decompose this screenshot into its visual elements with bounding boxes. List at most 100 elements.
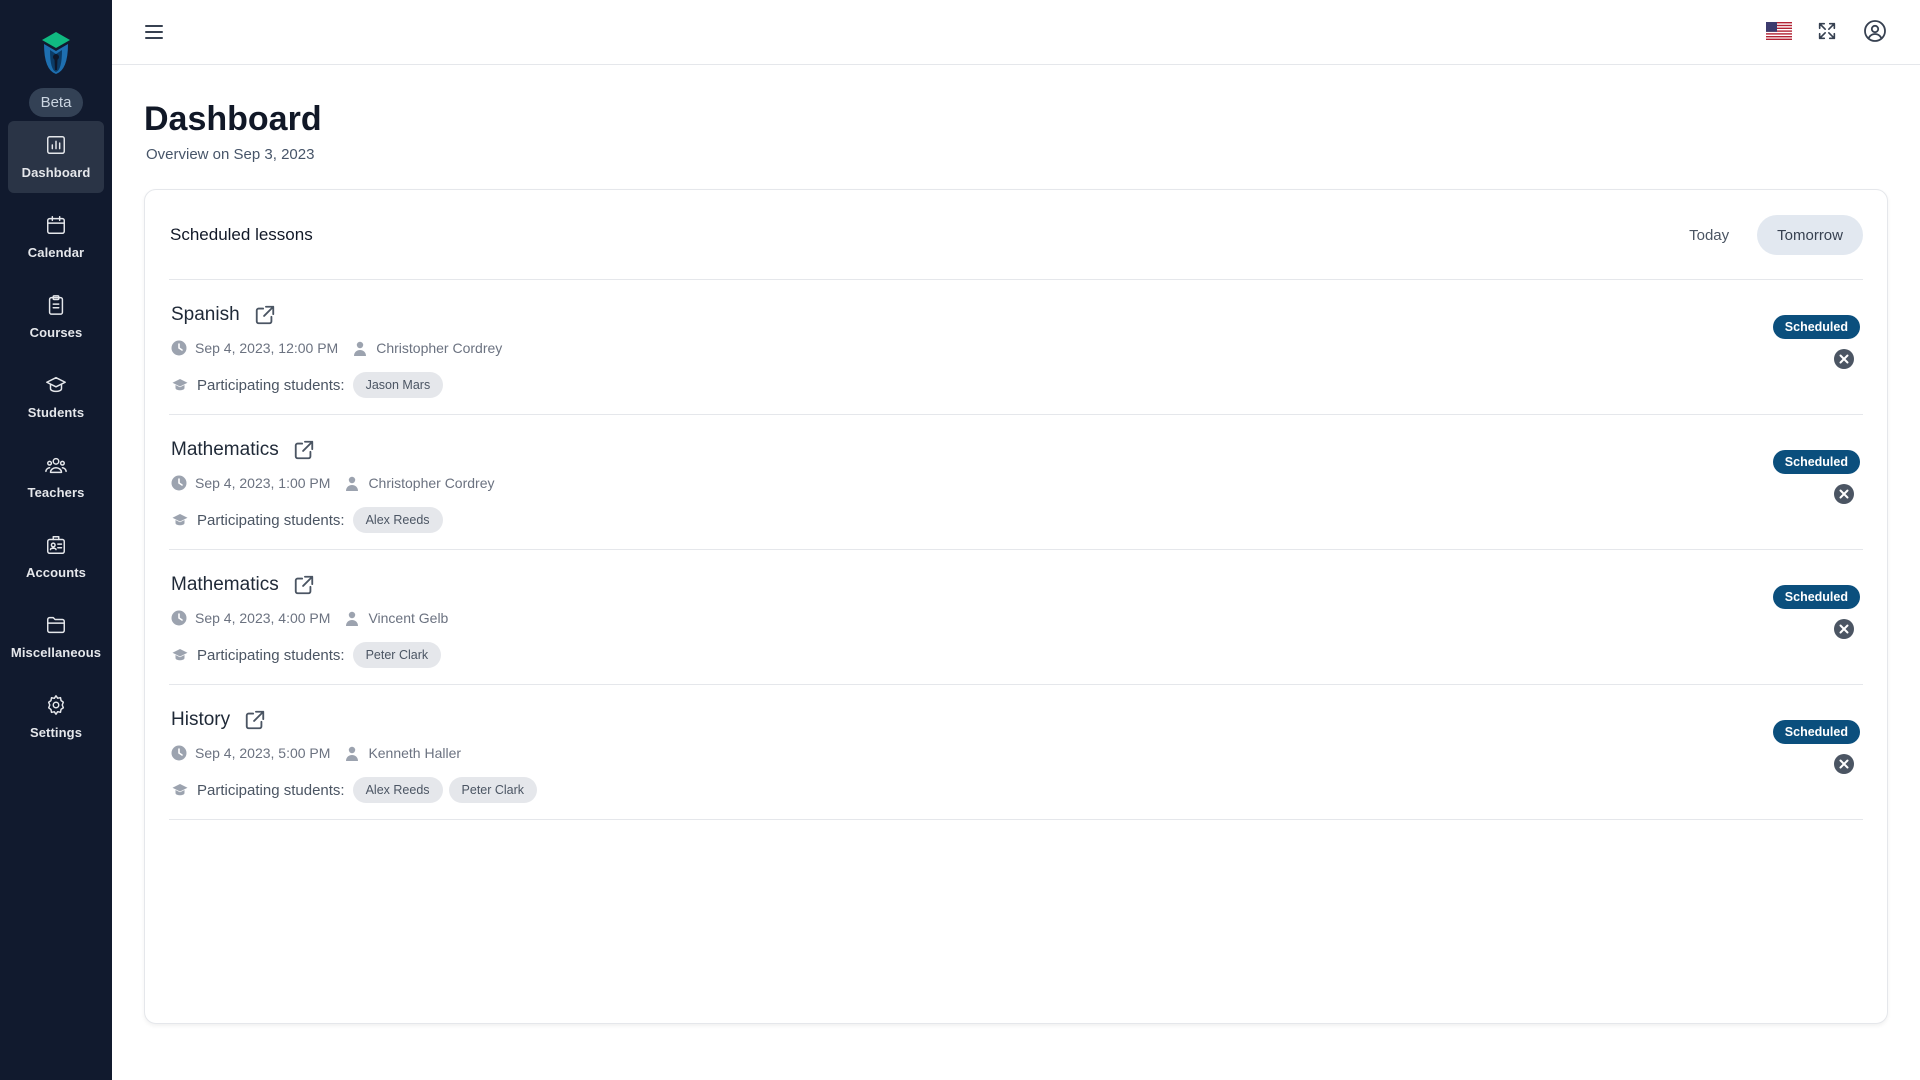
external-link-icon xyxy=(294,440,313,460)
status-badge: Scheduled xyxy=(1772,585,1860,609)
page-subtitle: Overview on Sep 3, 2023 xyxy=(146,146,315,163)
status-badge: Scheduled xyxy=(1772,315,1860,339)
gear-icon xyxy=(47,695,65,715)
bar-chart-icon xyxy=(47,136,65,154)
cancel-lesson-button[interactable] xyxy=(1833,348,1855,370)
cancel-lesson-button[interactable] xyxy=(1833,618,1855,640)
sidebar-item-accounts[interactable]: Accounts xyxy=(8,521,104,593)
person-icon xyxy=(346,611,359,626)
lesson-teacher: Christopher Cordrey xyxy=(376,340,503,356)
participating-students: Participating students: Alex Reeds xyxy=(171,507,449,533)
sidebar-item-teachers[interactable]: Teachers xyxy=(8,441,104,513)
participants-label: Participating students: xyxy=(197,376,345,394)
sidebar-item-calendar[interactable]: Calendar xyxy=(8,201,104,273)
external-link-icon xyxy=(245,710,265,730)
menu-icon xyxy=(145,25,163,39)
sidebar-item-courses[interactable]: Courses xyxy=(8,281,104,353)
beta-badge: Beta xyxy=(29,88,83,117)
lesson-teacher: Vincent Gelb xyxy=(368,610,449,626)
external-link-icon xyxy=(294,575,313,595)
clipboard-icon xyxy=(48,295,64,315)
tab-today[interactable]: Today xyxy=(1669,215,1749,255)
close-circle-icon xyxy=(1834,754,1854,774)
lesson-datetime: Sep 4, 2023, 4:00 PM xyxy=(195,610,331,626)
lesson-datetime: Sep 4, 2023, 12:00 PM xyxy=(195,340,339,356)
fullscreen-icon xyxy=(1818,22,1836,40)
cancel-lesson-button[interactable] xyxy=(1833,753,1855,775)
graduation-cap-icon xyxy=(172,514,188,526)
app-logo[interactable] xyxy=(36,30,76,76)
user-circle-icon xyxy=(1864,20,1886,42)
sidebar-item-label: Accounts xyxy=(25,565,87,580)
graduation-cap-icon xyxy=(172,379,188,391)
lesson-datetime: Sep 4, 2023, 5:00 PM xyxy=(195,745,331,761)
scheduled-lessons-card: Scheduled lessons Today Tomorrow Spanish… xyxy=(144,189,1888,1024)
lesson-teacher: Christopher Cordrey xyxy=(368,475,495,491)
sidebar: Beta Dashboard Calendar Courses Students… xyxy=(0,0,112,1080)
sidebar-nav: Dashboard Calendar Courses Students Teac… xyxy=(0,121,112,761)
sidebar-item-dashboard[interactable]: Dashboard xyxy=(8,121,104,193)
close-circle-icon xyxy=(1834,619,1854,639)
sidebar-item-label: Miscellaneous xyxy=(10,645,102,660)
status-badge: Scheduled xyxy=(1772,450,1860,474)
graduation-cap-icon xyxy=(172,649,188,661)
lesson-title: Mathematics xyxy=(171,439,315,461)
lesson-subject: History xyxy=(171,709,231,730)
lesson-title: Mathematics xyxy=(171,574,315,596)
person-icon xyxy=(346,476,359,491)
person-icon xyxy=(346,746,359,761)
lesson-teacher: Kenneth Haller xyxy=(368,745,462,761)
user-menu-button[interactable] xyxy=(1862,18,1888,44)
lesson-title: History xyxy=(171,709,266,731)
lesson-subject: Spanish xyxy=(171,304,240,325)
sidebar-item-settings[interactable]: Settings xyxy=(8,681,104,753)
fullscreen-button[interactable] xyxy=(1814,18,1840,44)
lesson-meta: Sep 4, 2023, 12:00 PM Christopher Cordre… xyxy=(171,340,502,356)
clock-icon xyxy=(171,745,187,761)
graduation-cap-icon xyxy=(46,376,66,393)
topbar-actions xyxy=(1766,18,1888,44)
menu-button[interactable] xyxy=(144,22,164,42)
language-button[interactable] xyxy=(1766,18,1792,44)
graduation-cap-icon xyxy=(172,784,188,796)
clock-icon xyxy=(171,475,187,491)
lesson-title: Spanish xyxy=(171,304,276,326)
participants-label: Participating students: xyxy=(197,781,345,799)
close-circle-icon xyxy=(1834,349,1854,369)
us-flag-icon xyxy=(1766,22,1792,40)
topbar xyxy=(112,0,1920,65)
sidebar-item-label: Dashboard xyxy=(21,165,91,180)
cancel-lesson-button[interactable] xyxy=(1833,483,1855,505)
open-lesson-button[interactable] xyxy=(293,439,315,461)
participating-students: Participating students: Peter Clark xyxy=(171,642,447,668)
lesson-meta: Sep 4, 2023, 5:00 PM Kenneth Haller xyxy=(171,745,461,761)
id-badge-icon xyxy=(47,536,65,554)
open-lesson-button[interactable] xyxy=(293,574,315,596)
tab-tomorrow[interactable]: Tomorrow xyxy=(1757,215,1863,255)
open-lesson-button[interactable] xyxy=(244,709,266,731)
participating-students: Participating students: Alex Reeds Peter… xyxy=(171,777,543,803)
student-chip: Peter Clark xyxy=(448,777,538,803)
lesson-row: History Sep 4, 2023, 5:00 PM Kenneth Hal… xyxy=(169,685,1863,820)
sidebar-item-label: Students xyxy=(27,405,85,420)
student-chip: Alex Reeds xyxy=(352,507,443,533)
participants-label: Participating students: xyxy=(197,646,345,664)
open-lesson-button[interactable] xyxy=(254,304,276,326)
folder-icon xyxy=(47,616,65,634)
card-title: Scheduled lessons xyxy=(170,225,313,244)
lesson-subject: Mathematics xyxy=(171,574,279,595)
student-chip: Jason Mars xyxy=(352,372,444,398)
student-chip: Peter Clark xyxy=(352,642,442,668)
close-circle-icon xyxy=(1834,484,1854,504)
users-icon xyxy=(45,457,67,474)
lesson-row: Spanish Sep 4, 2023, 12:00 PM Christophe… xyxy=(169,280,1863,415)
lesson-meta: Sep 4, 2023, 4:00 PM Vincent Gelb xyxy=(171,610,448,626)
person-icon xyxy=(354,341,367,356)
calendar-icon xyxy=(47,216,65,234)
sidebar-item-students[interactable]: Students xyxy=(8,361,104,433)
sidebar-item-label: Teachers xyxy=(27,485,85,500)
sidebar-item-label: Courses xyxy=(29,325,83,340)
sidebar-item-miscellaneous[interactable]: Miscellaneous xyxy=(8,601,104,673)
external-link-icon xyxy=(255,305,274,325)
lesson-row: Mathematics Sep 4, 2023, 4:00 PM Vincent… xyxy=(169,550,1863,685)
